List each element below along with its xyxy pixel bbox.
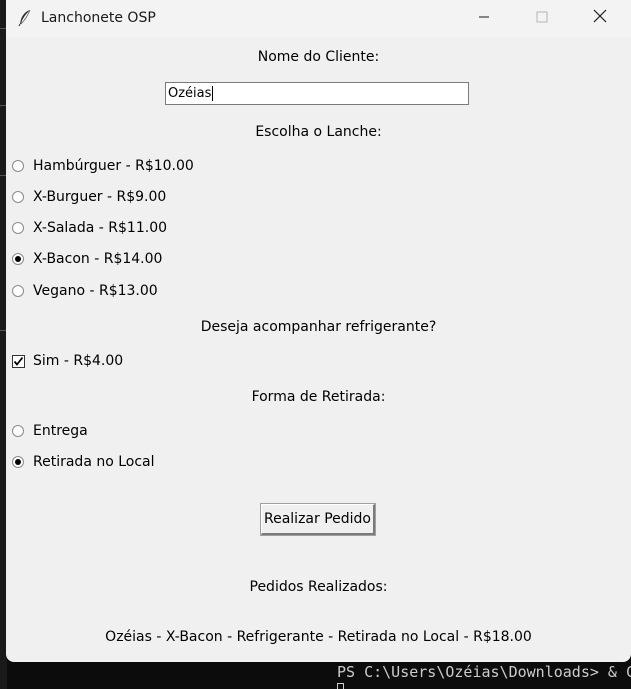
close-button[interactable] <box>571 0 629 37</box>
realizar-pedido-button[interactable]: Realizar Pedido <box>260 503 376 536</box>
radio-button[interactable] <box>12 160 24 172</box>
terminal-cursor <box>337 683 344 689</box>
retirada-option[interactable]: Entrega <box>12 421 88 441</box>
minimize-button[interactable] <box>455 0 513 37</box>
name-input[interactable]: Ozéias <box>165 82 469 105</box>
refri-option[interactable]: Sim - R$4.00 <box>12 351 123 371</box>
lanche-option[interactable]: Vegano - R$13.00 <box>12 281 158 301</box>
lanche-option-label: Vegano - R$13.00 <box>33 283 158 299</box>
checkmark-icon <box>13 356 24 366</box>
lanche-option-label: Hambúrguer - R$10.00 <box>33 158 194 174</box>
lanche-option[interactable]: X-Salada - R$11.00 <box>12 218 167 238</box>
retirada-option-label: Retirada no Local <box>33 454 155 470</box>
lanche-option-label: X-Burguer - R$9.00 <box>33 189 167 205</box>
radio-button[interactable] <box>12 191 24 203</box>
lanche-option-label: X-Salada - R$11.00 <box>33 220 168 236</box>
form-area: Nome do Cliente: Ozéias Escolha o Lanche… <box>6 37 631 662</box>
refri-label: Deseja acompanhar refrigerante? <box>200 319 437 335</box>
feather-icon <box>18 9 32 27</box>
lanche-option[interactable]: X-Burguer - R$9.00 <box>12 187 166 207</box>
maximize-icon <box>536 10 548 28</box>
name-label: Nome do Cliente: <box>257 49 380 65</box>
retirada-label: Forma de Retirada: <box>251 389 386 405</box>
retirada-option-label: Entrega <box>33 423 88 439</box>
lanche-option[interactable]: Hambúrguer - R$10.00 <box>12 156 194 176</box>
lanche-option-label: X-Bacon - R$14.00 <box>33 251 163 267</box>
radio-button-selected[interactable] <box>12 253 24 265</box>
refri-option-label: Sim - R$4.00 <box>33 353 124 369</box>
minimize-icon <box>478 10 490 28</box>
close-icon <box>593 9 607 28</box>
terminal-prompt: PS C:\Users\Ozéias\Downloads> & C <box>337 663 631 681</box>
name-input-value: Ozéias <box>168 86 212 101</box>
checkbox-checked[interactable] <box>12 354 25 368</box>
order-entry: Ozéias - X-Bacon - Refrigerante - Retira… <box>105 629 532 645</box>
app-window: Lanchonete OSP Nome do Cliente: Ozéias E… <box>6 0 631 662</box>
window-title: Lanchonete OSP <box>41 10 156 26</box>
orders-label: Pedidos Realizados: <box>249 579 388 595</box>
text-caret <box>212 86 214 101</box>
radio-button[interactable] <box>12 285 24 297</box>
title-bar[interactable]: Lanchonete OSP <box>6 0 631 37</box>
maximize-button[interactable] <box>513 0 571 37</box>
radio-button[interactable] <box>12 425 24 437</box>
retirada-option[interactable]: Retirada no Local <box>12 452 155 472</box>
radio-button[interactable] <box>12 222 24 234</box>
lanche-label: Escolha o Lanche: <box>255 124 382 140</box>
radio-button-selected[interactable] <box>12 456 24 468</box>
lanche-option[interactable]: X-Bacon - R$14.00 <box>12 249 162 269</box>
